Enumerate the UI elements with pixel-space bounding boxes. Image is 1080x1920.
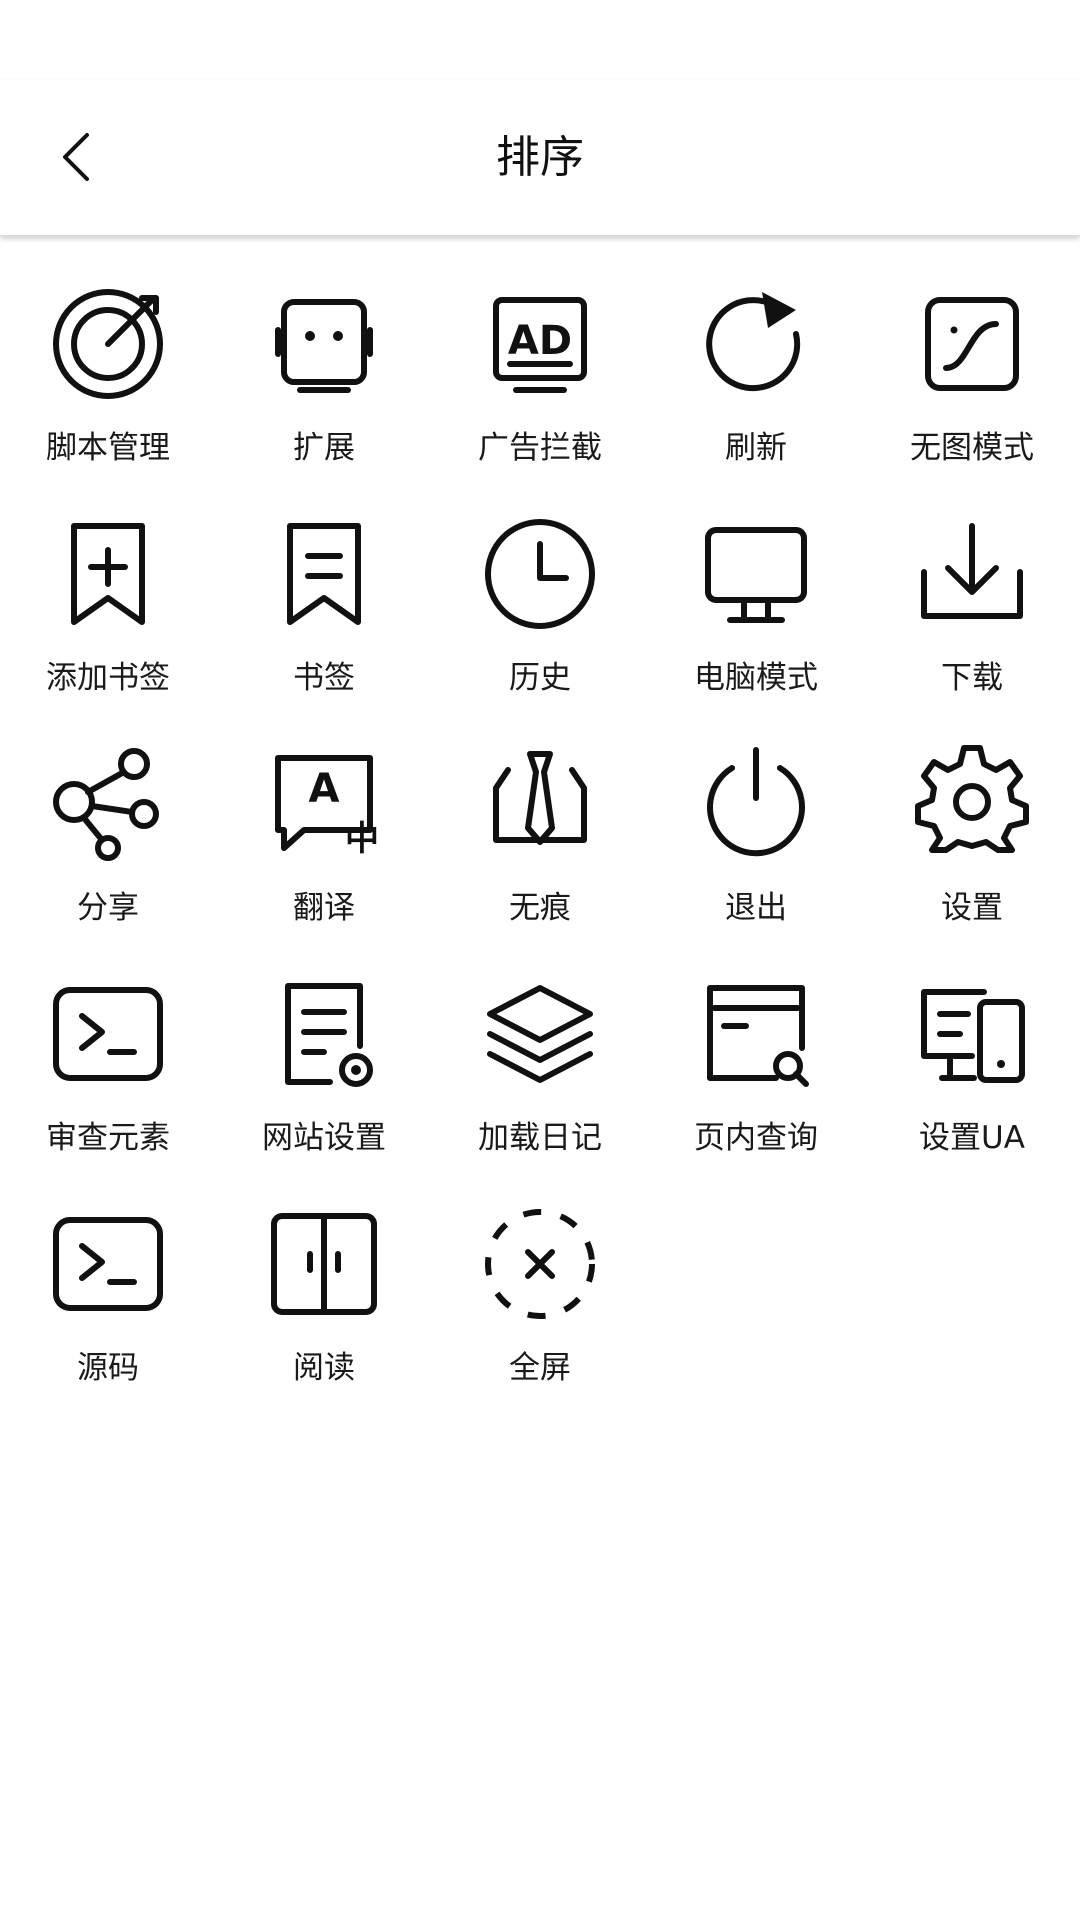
menu-grid: 脚本管理 扩展 AD 广告拦截 刷新 无图模式 添加书签 书签 历史 电脑模式 下载 分享 A 中翻译 无痕… <box>0 284 1080 1434</box>
menu-item-label: 书签 <box>293 660 355 696</box>
menu-item-source-code[interactable]: 源码 <box>0 1204 216 1434</box>
menu-item-label: 设置 <box>941 890 1003 926</box>
menu-item-refresh[interactable]: 刷新 <box>648 284 864 514</box>
add-bookmark-icon <box>48 514 168 634</box>
menu-item-label: 电脑模式 <box>694 660 818 696</box>
menu-item-label: 下载 <box>941 660 1003 696</box>
menu-item-share[interactable]: 分享 <box>0 744 216 974</box>
menu-item-label: 页内查询 <box>694 1120 818 1156</box>
svg-text:AD: AD <box>508 318 572 364</box>
fullscreen-icon <box>480 1204 600 1324</box>
chevron-left-icon <box>63 133 89 181</box>
power-icon <box>696 744 816 864</box>
source-code-icon <box>48 1204 168 1324</box>
devices-icon <box>912 974 1032 1094</box>
menu-item-label: 无痕 <box>509 890 571 926</box>
menu-item-label: 设置UA <box>919 1120 1025 1156</box>
menu-item-label: 加载日记 <box>478 1120 602 1156</box>
menu-item-incognito[interactable]: 无痕 <box>432 744 648 974</box>
menu-item-reader[interactable]: 阅读 <box>216 1204 432 1434</box>
page-title: 排序 <box>496 132 584 183</box>
layers-icon <box>480 974 600 1094</box>
find-in-page-icon <box>696 974 816 1094</box>
history-icon <box>480 514 600 634</box>
menu-item-label: 历史 <box>509 660 571 696</box>
no-image-icon <box>912 284 1032 404</box>
menu-item-script[interactable]: 脚本管理 <box>0 284 216 514</box>
menu-item-history[interactable]: 历史 <box>432 514 648 744</box>
menu-item-label: 脚本管理 <box>46 430 170 466</box>
menu-item-label: 刷新 <box>725 430 787 466</box>
gear-icon <box>912 744 1032 864</box>
site-settings-icon <box>264 974 384 1094</box>
terminal-icon <box>48 974 168 1094</box>
menu-item-label: 退出 <box>725 890 787 926</box>
menu-item-desktop[interactable]: 电脑模式 <box>648 514 864 744</box>
menu-item-find-in-page[interactable]: 页内查询 <box>648 974 864 1204</box>
menu-item-fullscreen[interactable]: 全屏 <box>432 1204 648 1434</box>
svg-text:中: 中 <box>345 819 379 859</box>
menu-item-layers[interactable]: 加载日记 <box>432 974 648 1204</box>
ad-block-icon: AD <box>480 284 600 404</box>
bookmark-icon <box>264 514 384 634</box>
menu-item-translate[interactable]: A 中翻译 <box>216 744 432 974</box>
refresh-icon <box>696 284 816 404</box>
menu-item-label: 分享 <box>77 890 139 926</box>
menu-item-label: 全屏 <box>509 1350 571 1386</box>
translate-icon: A中 <box>264 744 384 864</box>
menu-item-label: 源码 <box>77 1350 139 1386</box>
menu-item-no-image[interactable]: 无图模式 <box>864 284 1080 514</box>
extension-icon <box>264 284 384 404</box>
script-icon <box>48 284 168 404</box>
menu-item-power[interactable]: 退出 <box>648 744 864 974</box>
app-header: 排序 <box>0 80 1080 236</box>
menu-item-download[interactable]: 下载 <box>864 514 1080 744</box>
menu-item-label: 无图模式 <box>910 430 1034 466</box>
download-icon <box>912 514 1032 634</box>
menu-item-extension[interactable]: 扩展 <box>216 284 432 514</box>
menu-item-label: 阅读 <box>293 1350 355 1386</box>
share-icon <box>48 744 168 864</box>
menu-item-add-bookmark[interactable]: 添加书签 <box>0 514 216 744</box>
menu-item-bookmark[interactable]: 书签 <box>216 514 432 744</box>
desktop-icon <box>696 514 816 634</box>
menu-item-label: 广告拦截 <box>478 430 602 466</box>
svg-text:A: A <box>309 766 340 812</box>
menu-item-label: 网站设置 <box>262 1120 386 1156</box>
incognito-icon <box>480 744 600 864</box>
menu-item-gear[interactable]: 设置 <box>864 744 1080 974</box>
menu-item-devices[interactable]: 设置UA <box>864 974 1080 1204</box>
back-button[interactable] <box>40 120 114 194</box>
reader-icon <box>264 1204 384 1324</box>
status-bar-space <box>0 0 1080 80</box>
menu-item-label: 扩展 <box>293 430 355 466</box>
menu-item-ad-block[interactable]: AD 广告拦截 <box>432 284 648 514</box>
menu-item-label: 添加书签 <box>46 660 170 696</box>
menu-item-label: 翻译 <box>293 890 355 926</box>
menu-item-terminal[interactable]: 审查元素 <box>0 974 216 1204</box>
menu-item-site-settings[interactable]: 网站设置 <box>216 974 432 1204</box>
menu-item-label: 审查元素 <box>46 1120 170 1156</box>
